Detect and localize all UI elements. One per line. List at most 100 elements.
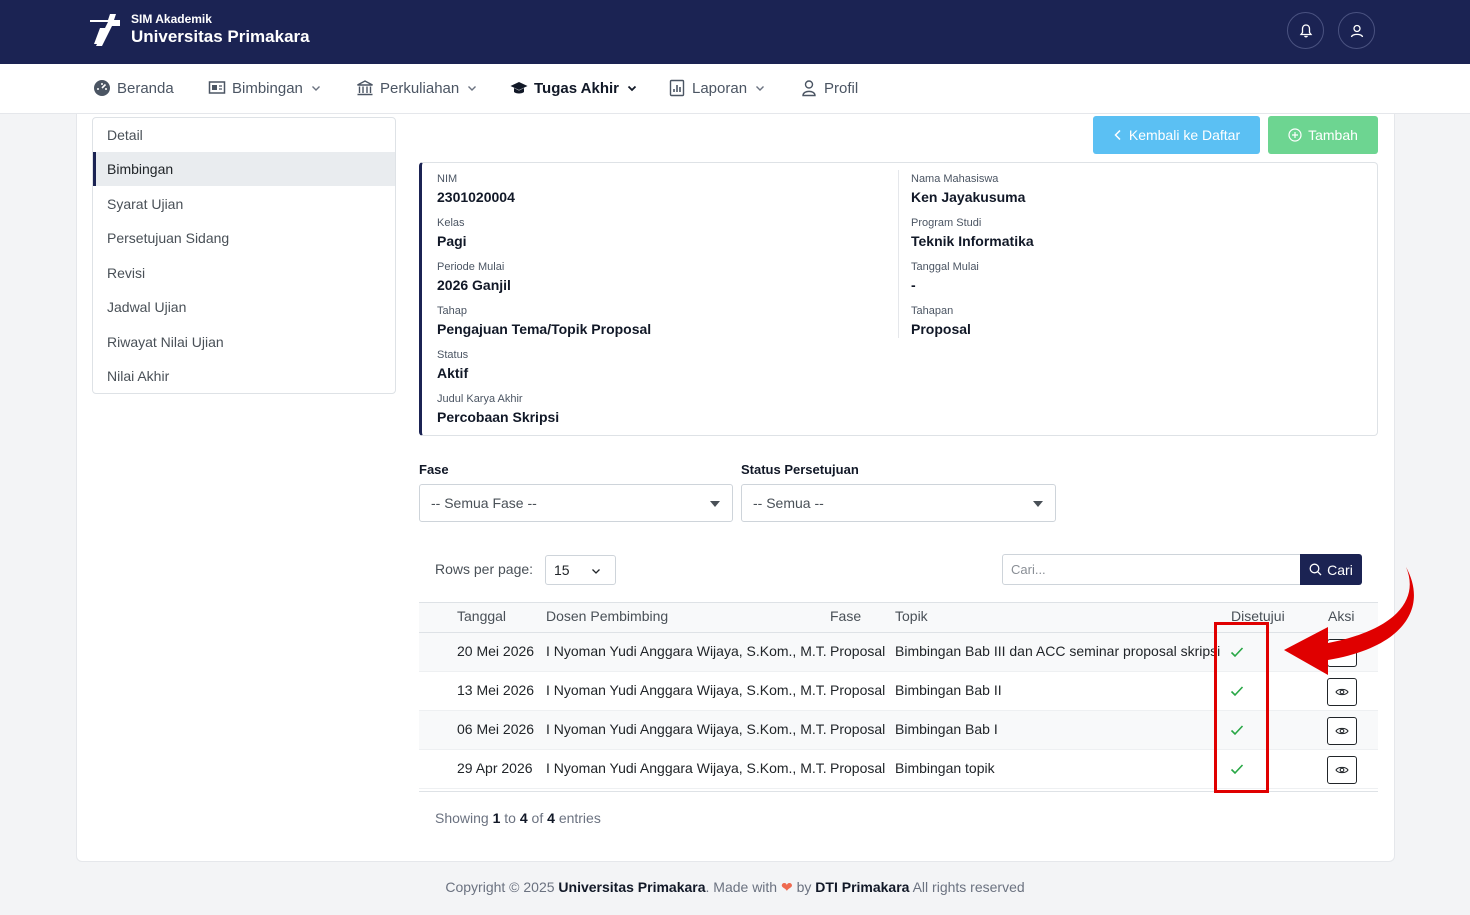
status-select-value: -- Semua -- (753, 495, 824, 511)
cell-topik: Bimbingan topik (895, 760, 995, 776)
nav-label: Tugas Akhir (534, 79, 620, 97)
main-nav: Beranda Bimbingan Perkuliahan Tugas Akhi… (0, 64, 1470, 114)
nav-bimbingan[interactable]: Bimbingan (208, 64, 321, 112)
tahap-label: Tahap (437, 305, 467, 317)
nav-beranda[interactable]: Beranda (93, 64, 174, 112)
nav-laporan[interactable]: Laporan (668, 64, 765, 112)
presentation-icon (208, 81, 226, 94)
view-button[interactable] (1327, 756, 1357, 784)
graduation-cap-icon (510, 82, 528, 94)
prodi-label: Program Studi (911, 217, 982, 229)
add-button[interactable]: Tambah (1268, 116, 1378, 154)
chevron-down-icon (756, 86, 765, 91)
tanggal-mulai-value: - (911, 277, 916, 293)
side-item-nilai-akhir[interactable]: Nilai Akhir (93, 359, 395, 393)
cell-fase: Proposal (830, 760, 886, 776)
footer-rights: All rights reserved (912, 879, 1025, 895)
cell-dosen: I Nyoman Yudi Anggara Wijaya, S.Kom., M.… (546, 643, 827, 659)
eye-icon (1335, 766, 1349, 774)
top-header: SIM Akademik Universitas Primakara (0, 0, 1470, 64)
rows-per-page-select[interactable]: 15 (545, 555, 616, 585)
fase-select-value: -- Semua Fase -- (431, 495, 537, 511)
page-footer: Copyright © 2025 Universitas Primakara. … (0, 879, 1470, 896)
nama-value: Ken Jayakusuma (911, 189, 1026, 205)
cell-fase: Proposal (830, 721, 886, 737)
chevron-down-icon (311, 86, 320, 91)
user-icon (1350, 24, 1363, 37)
chevron-down-icon (468, 86, 477, 91)
summary-suffix: entries (558, 810, 601, 826)
side-item-syarat-ujian[interactable]: Syarat Ujian (93, 187, 395, 221)
cell-fase: Proposal (830, 643, 886, 659)
notification-button[interactable] (1287, 12, 1324, 49)
cell-dosen: I Nyoman Yudi Anggara Wijaya, S.Kom., M.… (546, 760, 827, 776)
footer-copyright: Copyright © 2025 (445, 879, 555, 895)
cell-topik: Bimbingan Bab I (895, 721, 998, 737)
fase-select[interactable]: -- Semua Fase -- (419, 484, 733, 522)
eye-icon (1335, 727, 1349, 735)
kelas-value: Pagi (437, 233, 467, 249)
prodi-value: Teknik Informatika (911, 233, 1034, 249)
periode-label: Periode Mulai (437, 261, 505, 273)
search-input[interactable] (1002, 554, 1301, 585)
summary-to: 4 (519, 810, 528, 826)
nav-perkuliahan[interactable]: Perkuliahan (356, 64, 477, 112)
caret-down-icon (1033, 501, 1043, 507)
nav-label: Profil (824, 79, 859, 97)
cell-dosen: I Nyoman Yudi Anggara Wijaya, S.Kom., M.… (546, 721, 827, 737)
side-item-detail[interactable]: Detail (93, 118, 395, 152)
annotation-arrow-icon (1284, 567, 1414, 675)
nav-label: Perkuliahan (380, 79, 460, 97)
status-label: Status (437, 349, 469, 361)
eye-icon (1335, 688, 1349, 696)
footer-team: DTI Primakara (815, 879, 910, 895)
annotation-highlight-box (1214, 622, 1269, 793)
detail-side-menu: Detail Bimbingan Syarat Ujian Persetujua… (92, 117, 396, 394)
tanggal-mulai-label: Tanggal Mulai (911, 261, 979, 273)
footer-org: Universitas Primakara (558, 879, 706, 895)
app-title: Universitas Primakara (131, 27, 310, 46)
add-label: Tambah (1308, 127, 1358, 143)
status-filter-label: Status Persetujuan (741, 462, 859, 477)
nim-value: 2301020004 (437, 189, 515, 205)
side-item-riwayat-nilai-ujian[interactable]: Riwayat Nilai Ujian (93, 325, 395, 359)
periode-value: 2026 Ganjil (437, 277, 511, 293)
view-button[interactable] (1327, 678, 1357, 706)
view-button[interactable] (1327, 717, 1357, 745)
cell-topik: Bimbingan Bab III dan ACC seminar propos… (895, 643, 1220, 659)
column-header-tanggal[interactable]: Tanggal (457, 608, 506, 624)
cell-dosen: I Nyoman Yudi Anggara Wijaya, S.Kom., M.… (546, 682, 827, 698)
nav-label: Laporan (692, 79, 748, 97)
footer-made-with: . Made with (705, 879, 778, 895)
status-select[interactable]: -- Semua -- (741, 484, 1056, 522)
bell-icon (1299, 23, 1312, 37)
side-item-jadwal-ujian[interactable]: Jadwal Ujian (93, 290, 395, 324)
cell-tanggal: 13 Mei 2026 (457, 682, 535, 698)
summary-prefix: Showing (435, 810, 489, 826)
back-to-list-button[interactable]: Kembali ke Daftar (1093, 116, 1260, 154)
entries-summary: Showing 1 to 4 of 4 entries (435, 810, 601, 826)
app-subtitle: SIM Akademik (131, 12, 212, 26)
cell-tanggal: 29 Apr 2026 (457, 760, 533, 776)
cell-topik: Bimbingan Bab II (895, 682, 1002, 698)
column-header-fase[interactable]: Fase (830, 608, 861, 624)
dashboard-icon (94, 80, 110, 96)
judul-label: Judul Karya Akhir (437, 393, 523, 405)
nav-profil[interactable]: Profil (800, 64, 858, 112)
column-header-dosen[interactable]: Dosen Pembimbing (546, 608, 668, 624)
judul-value: Percobaan Skripsi (437, 409, 560, 425)
side-item-revisi[interactable]: Revisi (93, 256, 395, 290)
cell-tanggal: 20 Mei 2026 (457, 643, 535, 659)
fase-filter-label: Fase (419, 462, 449, 477)
rows-per-page-value: 15 (554, 562, 570, 578)
nama-label: Nama Mahasiswa (911, 173, 999, 185)
tahapan-label: Tahapan (911, 305, 954, 317)
cell-fase: Proposal (830, 682, 886, 698)
summary-from: 1 (492, 810, 501, 826)
user-menu-button[interactable] (1338, 12, 1375, 49)
side-item-bimbingan[interactable]: Bimbingan (93, 152, 395, 186)
tahap-value: Pengajuan Tema/Topik Proposal (437, 321, 652, 337)
nav-tugas-akhir[interactable]: Tugas Akhir (510, 64, 637, 112)
side-item-persetujuan-sidang[interactable]: Persetujuan Sidang (93, 221, 395, 255)
column-header-topik[interactable]: Topik (895, 608, 928, 624)
